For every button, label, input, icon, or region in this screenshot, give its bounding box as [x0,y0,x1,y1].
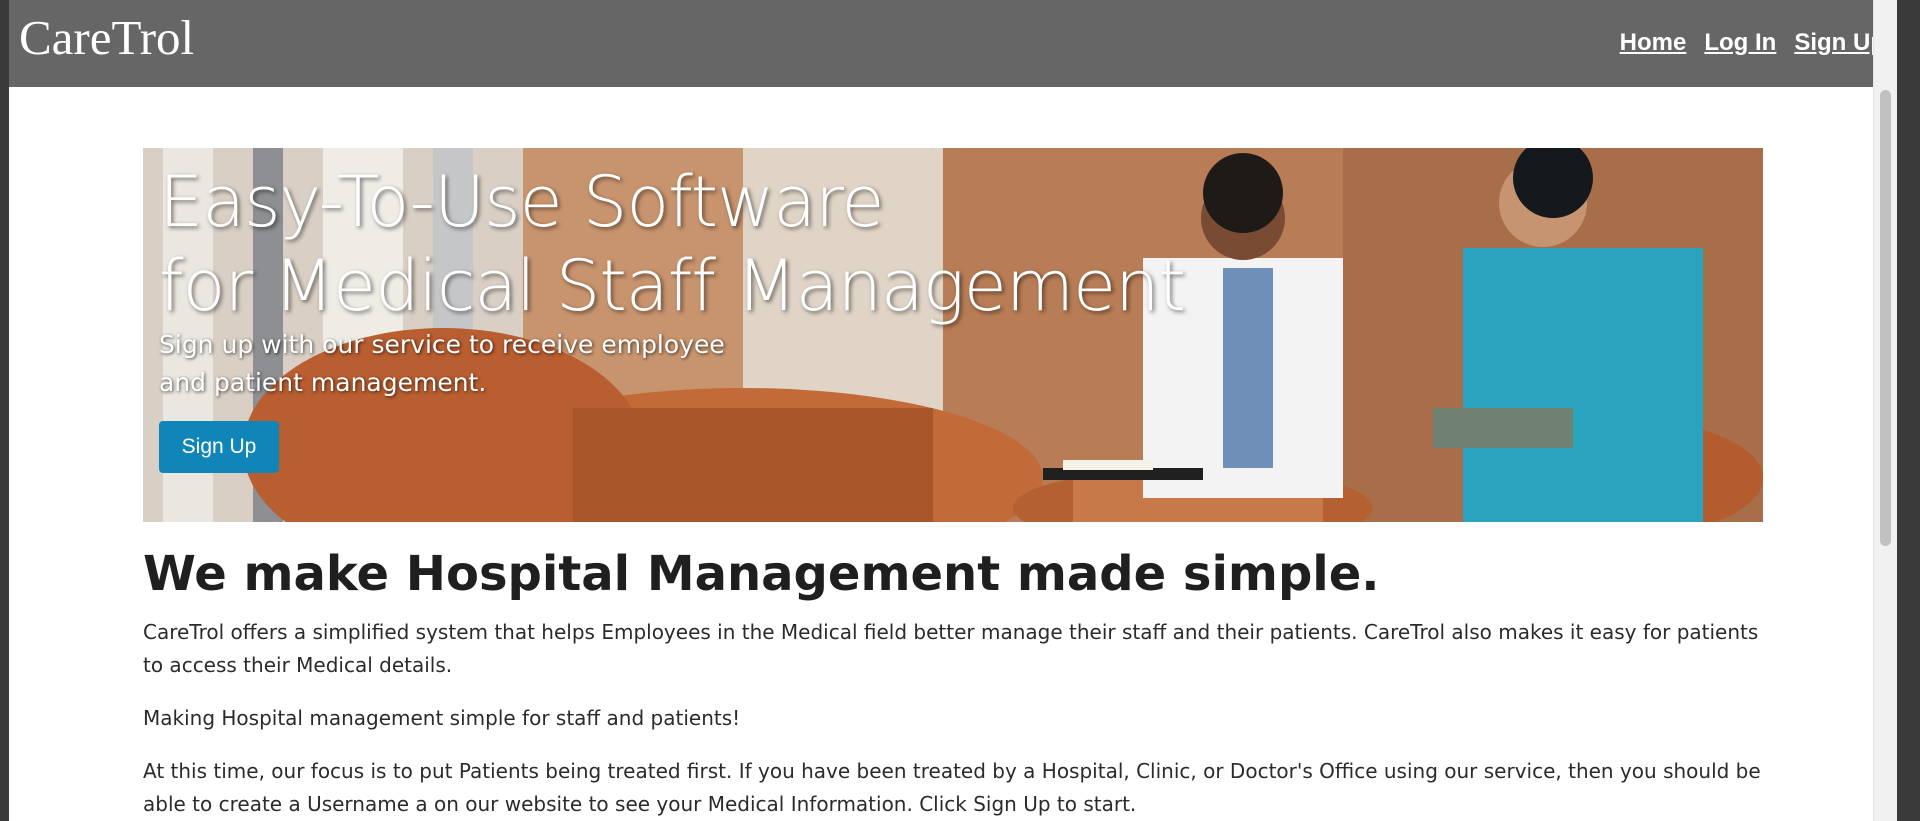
hero-signup-button[interactable]: Sign Up [159,421,279,473]
focus-paragraph: At this time, our focus is to put Patien… [143,759,1761,816]
hero-title-line-2: for Medical Staff Management [159,245,1186,327]
intro-paragraph: CareTrol offers a simplified system that… [143,620,1759,677]
hero-banner: Easy-To-Use Software for Medical Staff M… [143,148,1763,522]
page: CareTrol Home Log In Sign Up Easy-To-Use… [9,0,1897,821]
tagline-paragraph: Making Hospital management simple for st… [143,706,741,730]
nav-links: Home Log In Sign Up [1620,25,1885,61]
vertical-scrollbar[interactable] [1873,0,1897,821]
hero-subtitle-line-1: Sign up with our service to receive empl… [159,330,725,359]
hero-title: Easy-To-Use Software for Medical Staff M… [159,160,1186,328]
nav-signup-link[interactable]: Sign Up [1794,25,1885,61]
top-navbar: CareTrol Home Log In Sign Up [9,0,1897,87]
main-content: We make Hospital Management made simple.… [143,540,1763,821]
nav-login-link[interactable]: Log In [1704,25,1776,61]
hero-title-line-1: Easy-To-Use Software [159,161,884,243]
hero-subtitle-line-2: and patient management. [159,368,487,397]
hero-subtitle: Sign up with our service to receive empl… [159,326,725,402]
scrollbar-thumb[interactable] [1880,90,1891,546]
nav-home-link[interactable]: Home [1620,25,1687,61]
brand-logo[interactable]: CareTrol [19,8,194,68]
main-heading: We make Hospital Management made simple. [143,546,1380,602]
